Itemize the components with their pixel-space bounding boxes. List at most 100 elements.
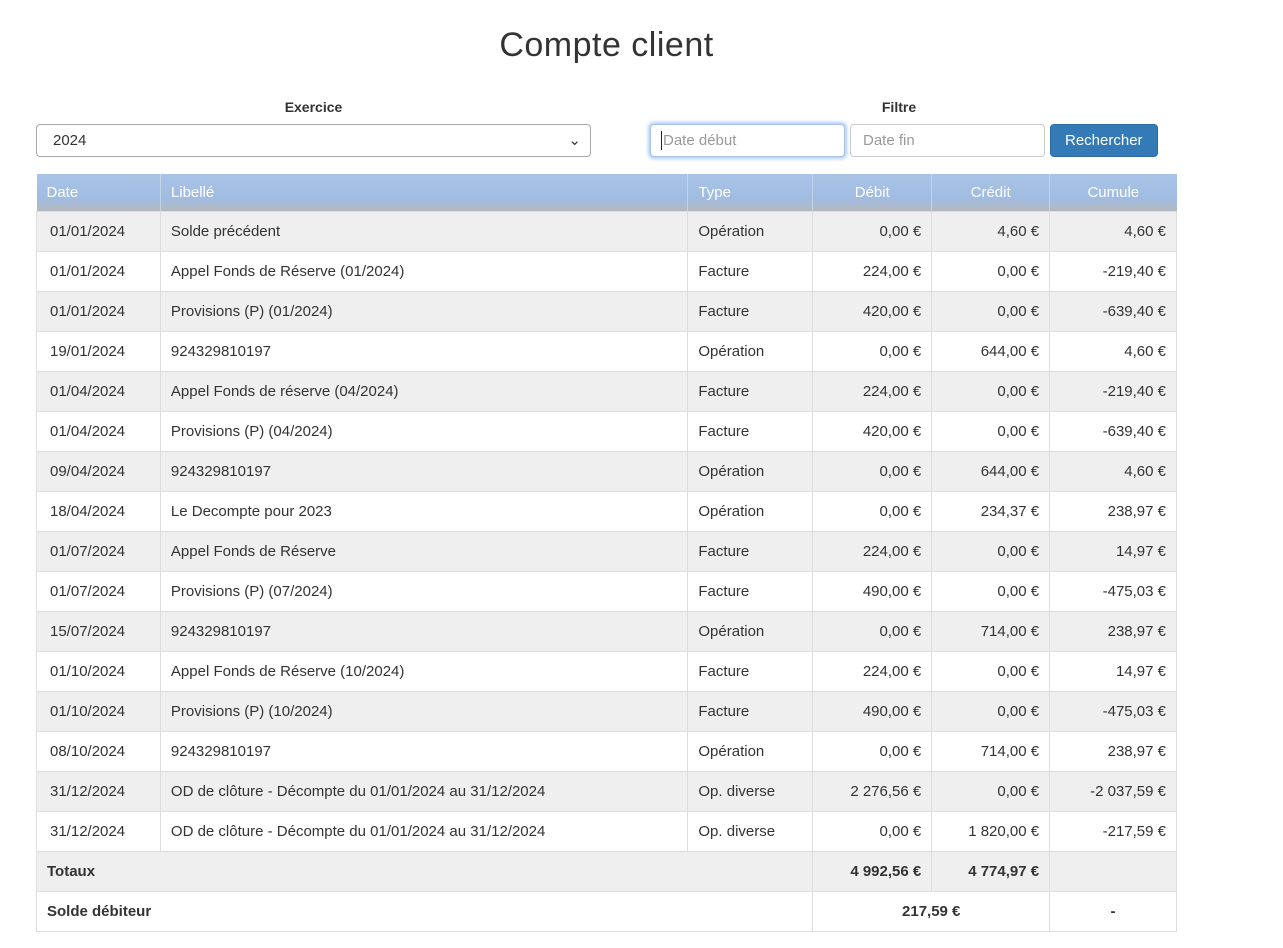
text-cursor <box>661 131 662 150</box>
cell-libelle: 924329810197 <box>160 451 687 491</box>
totals-credit: 4 774,97 € <box>932 851 1050 891</box>
table-row: 18/04/2024Le Decompte pour 2023Opération… <box>37 491 1177 531</box>
cell-cumule: 4,60 € <box>1050 331 1177 371</box>
exercice-select-wrap: 2024 ⌄ <box>36 124 591 157</box>
cell-type: Facture <box>688 651 813 691</box>
cell-libelle: Provisions (P) (04/2024) <box>160 411 687 451</box>
cell-libelle: Appel Fonds de Réserve (10/2024) <box>160 651 687 691</box>
cell-date: 01/10/2024 <box>37 691 161 731</box>
table-row: 31/12/2024OD de clôture - Décompte du 01… <box>37 811 1177 851</box>
cell-type: Opération <box>688 611 813 651</box>
filter-bar: Exercice 2024 ⌄ Filtre Rechercher <box>36 99 1177 157</box>
page-container: Compte client Exercice 2024 ⌄ Filtre <box>36 0 1177 932</box>
cell-date: 09/04/2024 <box>37 451 161 491</box>
cell-credit: 4,60 € <box>932 211 1050 251</box>
cell-cumule: -2 037,59 € <box>1050 771 1177 811</box>
cell-credit: 644,00 € <box>932 331 1050 371</box>
cell-credit: 0,00 € <box>932 771 1050 811</box>
cell-libelle: 924329810197 <box>160 731 687 771</box>
cell-type: Facture <box>688 371 813 411</box>
filtre-group: Filtre Rechercher <box>650 99 1148 157</box>
cell-libelle: OD de clôture - Décompte du 01/01/2024 a… <box>160 771 687 811</box>
cell-cumule: 4,60 € <box>1050 211 1177 251</box>
cell-credit: 0,00 € <box>932 251 1050 291</box>
cell-cumule: -219,40 € <box>1050 371 1177 411</box>
cell-date: 01/01/2024 <box>37 251 161 291</box>
cell-credit: 234,37 € <box>932 491 1050 531</box>
column-header-type: Type <box>688 174 813 211</box>
totals-label: Totaux <box>37 851 813 891</box>
cell-date: 01/07/2024 <box>37 571 161 611</box>
cell-credit: 0,00 € <box>932 411 1050 451</box>
cell-date: 08/10/2024 <box>37 731 161 771</box>
cell-type: Facture <box>688 571 813 611</box>
cell-type: Opération <box>688 211 813 251</box>
exercice-select[interactable]: 2024 <box>36 124 591 157</box>
table-row: 01/04/2024Appel Fonds de réserve (04/202… <box>37 371 1177 411</box>
cell-credit: 1 820,00 € <box>932 811 1050 851</box>
cell-cumule: 14,97 € <box>1050 651 1177 691</box>
table-row: 01/10/2024Appel Fonds de Réserve (10/202… <box>37 651 1177 691</box>
cell-date: 18/04/2024 <box>37 491 161 531</box>
table-row: 08/10/2024924329810197Opération0,00 €714… <box>37 731 1177 771</box>
cell-libelle: Provisions (P) (07/2024) <box>160 571 687 611</box>
cell-credit: 714,00 € <box>932 611 1050 651</box>
column-header-credit: Crédit <box>932 174 1050 211</box>
solde-debiteur-cumule: - <box>1050 891 1177 931</box>
date-fin-wrap <box>850 124 1045 157</box>
date-debut-wrap <box>650 124 845 157</box>
cell-libelle: Appel Fonds de réserve (04/2024) <box>160 371 687 411</box>
filtre-label: Filtre <box>650 99 1148 115</box>
cell-cumule: 238,97 € <box>1050 611 1177 651</box>
solde-debiteur-value: 217,59 € <box>813 891 1050 931</box>
cell-type: Facture <box>688 531 813 571</box>
solde-debiteur-row: Solde débiteur 217,59 € - <box>37 891 1177 931</box>
cell-debit: 224,00 € <box>813 531 932 571</box>
cell-credit: 0,00 € <box>932 691 1050 731</box>
cell-cumule: 4,60 € <box>1050 451 1177 491</box>
cell-libelle: Provisions (P) (01/2024) <box>160 291 687 331</box>
cell-cumule: 238,97 € <box>1050 731 1177 771</box>
cell-type: Opération <box>688 491 813 531</box>
solde-debiteur-label: Solde débiteur <box>37 891 813 931</box>
exercice-group: Exercice 2024 ⌄ <box>36 99 591 157</box>
cell-debit: 490,00 € <box>813 691 932 731</box>
account-table: Date Libellé Type Débit Crédit Cumule 01… <box>36 174 1177 932</box>
cell-type: Opération <box>688 451 813 491</box>
cell-cumule: -219,40 € <box>1050 251 1177 291</box>
cell-debit: 0,00 € <box>813 611 932 651</box>
table-row: 15/07/2024924329810197Opération0,00 €714… <box>37 611 1177 651</box>
table-row: 01/07/2024Appel Fonds de RéserveFacture2… <box>37 531 1177 571</box>
totals-cumule-empty <box>1050 851 1177 891</box>
cell-debit: 224,00 € <box>813 251 932 291</box>
cell-debit: 224,00 € <box>813 651 932 691</box>
page-title: Compte client <box>36 26 1177 65</box>
totals-row: Totaux 4 992,56 € 4 774,97 € <box>37 851 1177 891</box>
cell-debit: 224,00 € <box>813 371 932 411</box>
cell-libelle: Provisions (P) (10/2024) <box>160 691 687 731</box>
cell-debit: 0,00 € <box>813 731 932 771</box>
cell-credit: 714,00 € <box>932 731 1050 771</box>
cell-type: Facture <box>688 291 813 331</box>
cell-debit: 0,00 € <box>813 331 932 371</box>
cell-date: 01/10/2024 <box>37 651 161 691</box>
cell-libelle: Appel Fonds de Réserve <box>160 531 687 571</box>
cell-type: Facture <box>688 411 813 451</box>
date-debut-input[interactable] <box>650 124 845 157</box>
cell-date: 31/12/2024 <box>37 811 161 851</box>
table-row: 31/12/2024OD de clôture - Décompte du 01… <box>37 771 1177 811</box>
table-row: 01/01/2024Solde précédentOpération0,00 €… <box>37 211 1177 251</box>
cell-libelle: Le Decompte pour 2023 <box>160 491 687 531</box>
cell-debit: 420,00 € <box>813 411 932 451</box>
cell-debit: 0,00 € <box>813 451 932 491</box>
rechercher-button[interactable]: Rechercher <box>1050 124 1158 157</box>
cell-cumule: -639,40 € <box>1050 291 1177 331</box>
date-fin-input[interactable] <box>850 124 1045 157</box>
cell-cumule: 14,97 € <box>1050 531 1177 571</box>
table-row: 01/01/2024Appel Fonds de Réserve (01/202… <box>37 251 1177 291</box>
cell-cumule: -475,03 € <box>1050 691 1177 731</box>
cell-libelle: OD de clôture - Décompte du 01/01/2024 a… <box>160 811 687 851</box>
cell-date: 01/07/2024 <box>37 531 161 571</box>
cell-debit: 420,00 € <box>813 291 932 331</box>
table-row: 01/04/2024Provisions (P) (04/2024)Factur… <box>37 411 1177 451</box>
